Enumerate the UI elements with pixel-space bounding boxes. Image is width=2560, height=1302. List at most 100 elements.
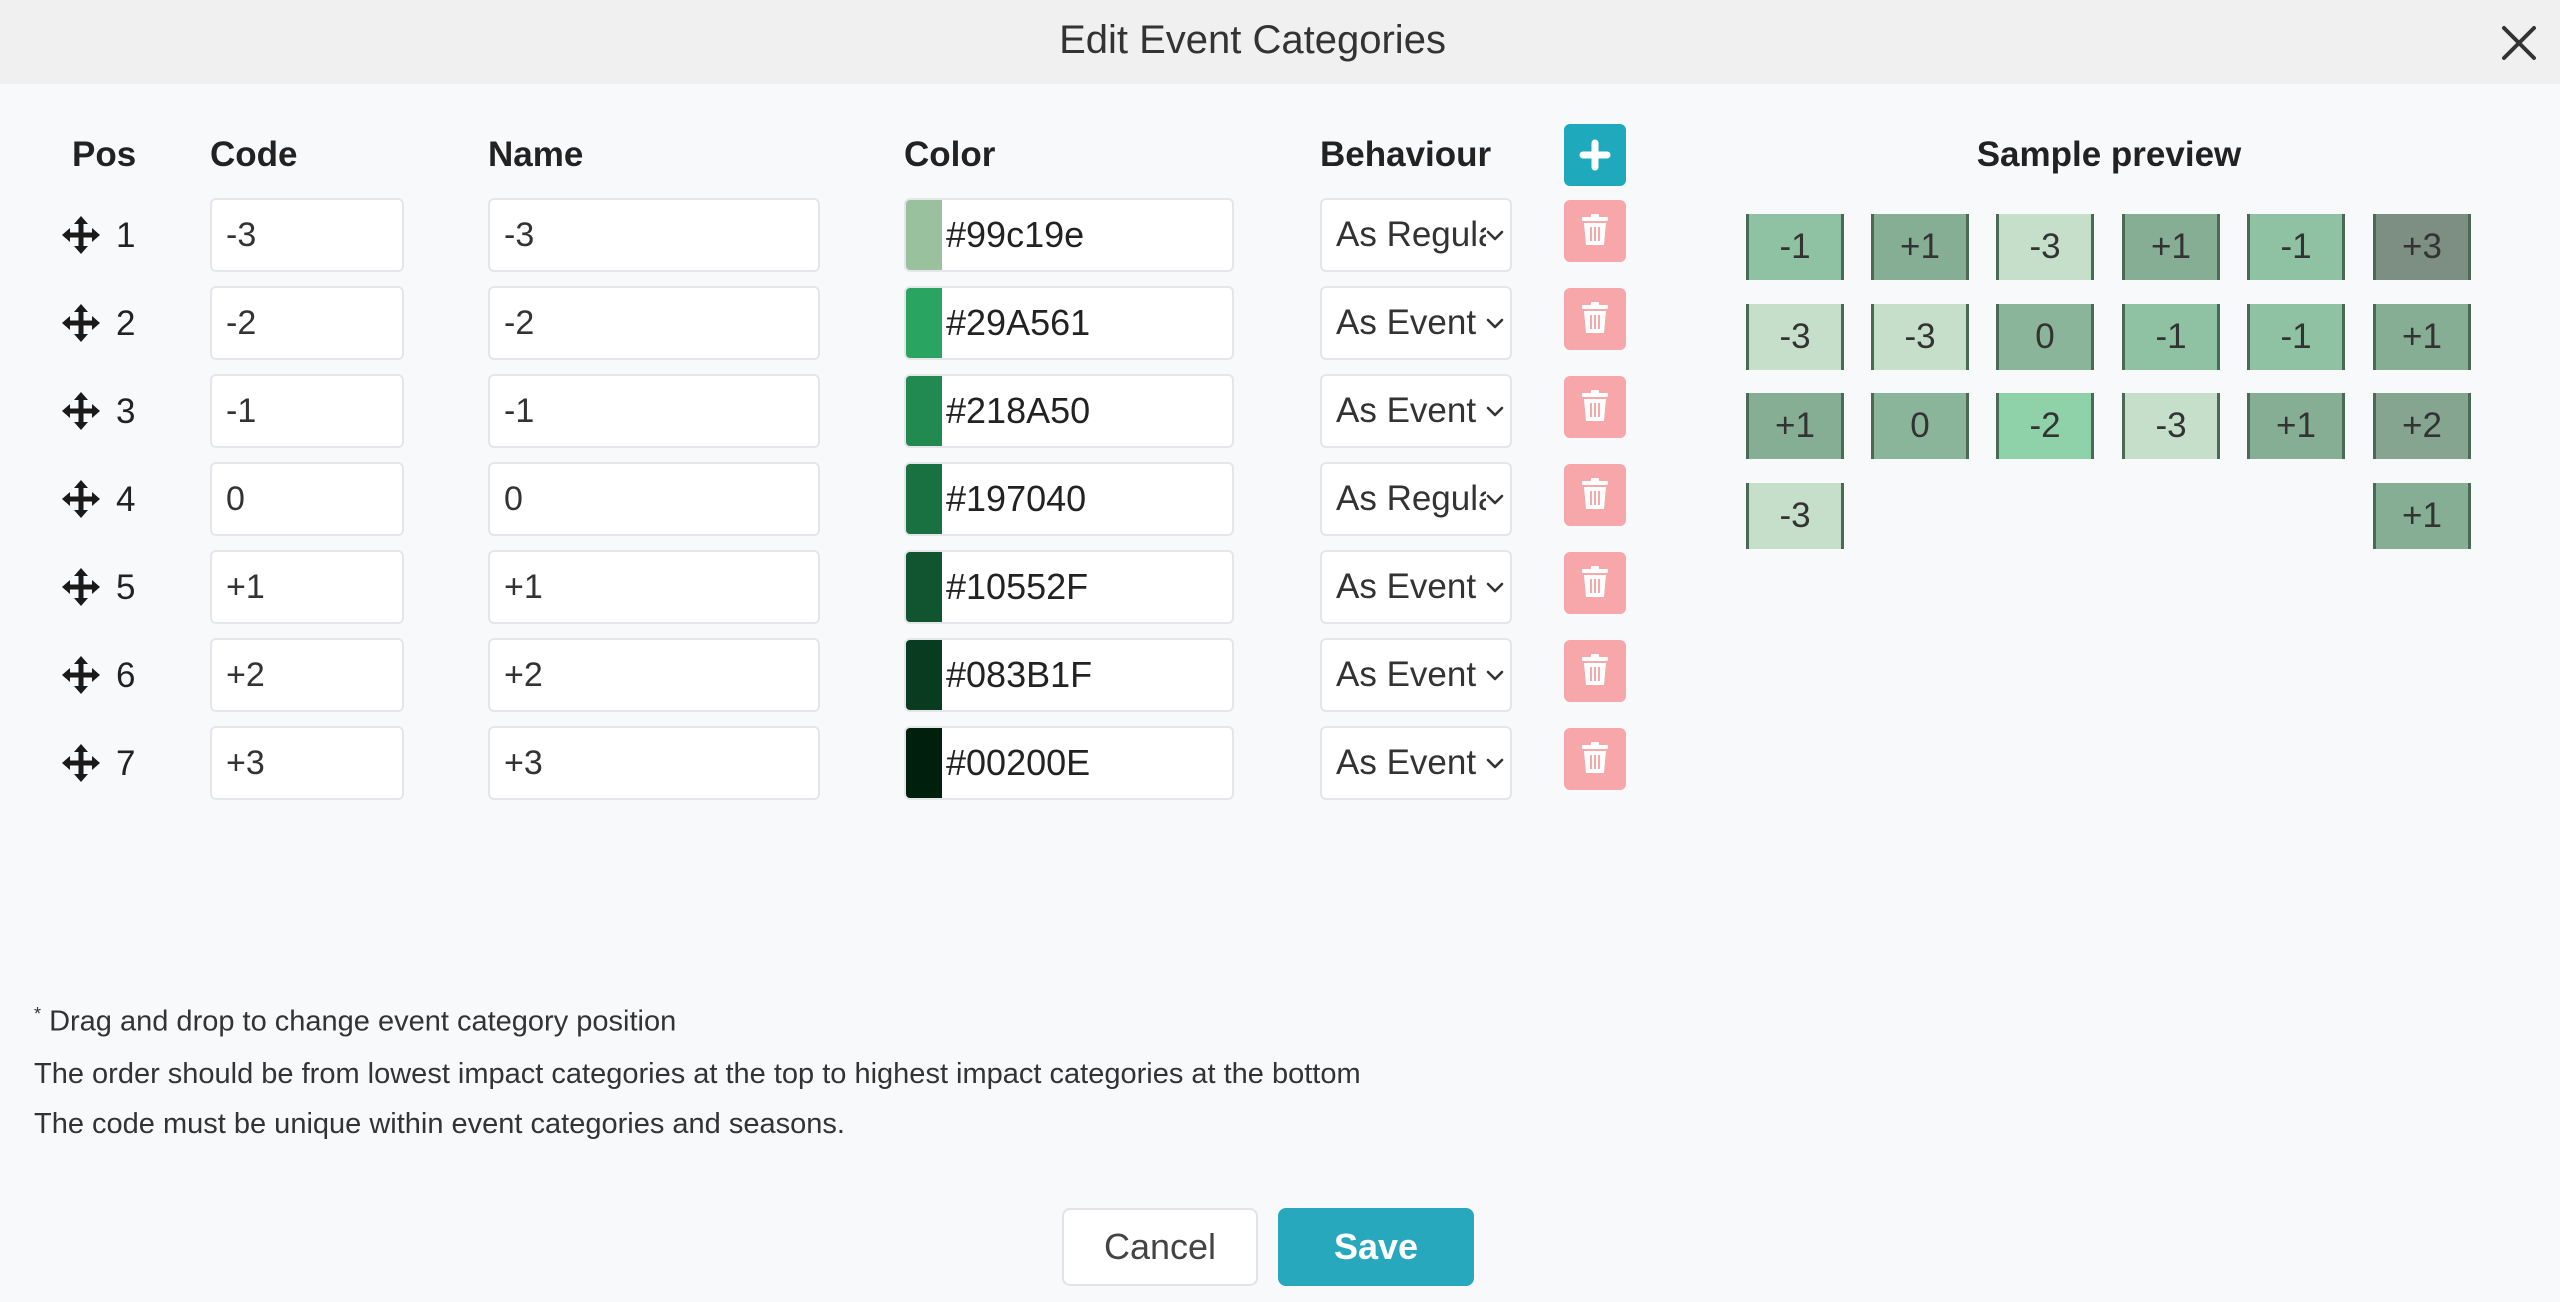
name-input[interactable] — [488, 550, 820, 624]
behaviour-select[interactable]: As Regular — [1320, 198, 1512, 272]
close-icon[interactable] — [2496, 20, 2542, 66]
behaviour-value: As Event — [1336, 391, 1477, 430]
preview-tile: -3 — [1996, 214, 2094, 280]
color-swatch[interactable] — [906, 200, 942, 270]
delete-category-button[interactable] — [1564, 376, 1626, 438]
trash-icon — [1582, 654, 1608, 685]
delete-category-button[interactable] — [1564, 640, 1626, 702]
behaviour-select[interactable]: As Event — [1320, 286, 1512, 360]
color-swatch[interactable] — [906, 728, 942, 798]
position-number: 6 — [116, 656, 136, 695]
preview-tile: -1 — [2122, 304, 2220, 370]
category-row[interactable]: 3 #218A50 As Event — [0, 374, 1700, 450]
category-row[interactable]: 7 #00200E As Event — [0, 726, 1700, 802]
category-row[interactable]: 5 #10552F As Event — [0, 550, 1700, 626]
name-input[interactable] — [488, 638, 820, 712]
category-row[interactable]: 1 #99c19e As Regular — [0, 198, 1700, 274]
color-swatch[interactable] — [906, 640, 942, 710]
chevron-down-icon — [1484, 488, 1506, 510]
color-field[interactable]: #218A50 — [904, 374, 1234, 448]
name-input[interactable] — [488, 374, 820, 448]
behaviour-value: As Event — [1336, 743, 1477, 782]
position-number: 5 — [116, 568, 136, 607]
color-swatch[interactable] — [906, 288, 942, 358]
chevron-down-icon — [1484, 224, 1506, 246]
cancel-button[interactable]: Cancel — [1062, 1208, 1258, 1286]
code-input[interactable] — [210, 286, 404, 360]
name-input[interactable] — [488, 286, 820, 360]
behaviour-select[interactable]: As Regular — [1320, 462, 1512, 536]
code-input[interactable] — [210, 374, 404, 448]
delete-category-button[interactable] — [1564, 288, 1626, 350]
color-value: #197040 — [946, 478, 1087, 519]
behaviour-select[interactable]: As Event — [1320, 550, 1512, 624]
code-input[interactable] — [210, 550, 404, 624]
preview-tile: -3 — [2122, 393, 2220, 459]
preview-tile: -3 — [1746, 483, 1844, 549]
move-arrows-icon[interactable] — [58, 564, 104, 610]
preview-tile: 0 — [1996, 304, 2094, 370]
color-field[interactable]: #00200E — [904, 726, 1234, 800]
color-value: #29A561 — [946, 302, 1091, 343]
preview-tile: +1 — [1871, 214, 1969, 280]
behaviour-select[interactable]: As Event — [1320, 374, 1512, 448]
move-arrows-icon[interactable] — [58, 212, 104, 258]
note-drag-drop-text: Drag and drop to change event category p… — [49, 1005, 677, 1038]
trash-icon — [1582, 478, 1608, 509]
behaviour-select[interactable]: As Event — [1320, 638, 1512, 712]
color-swatch[interactable] — [906, 464, 942, 534]
column-header-pos: Pos — [72, 135, 137, 174]
chevron-down-icon — [1484, 312, 1506, 334]
category-row[interactable]: 6 #083B1F As Event — [0, 638, 1700, 714]
color-field[interactable]: #29A561 — [904, 286, 1234, 360]
category-row[interactable]: 4 #197040 As Regular — [0, 462, 1700, 538]
preview-tile: +1 — [2247, 393, 2345, 459]
preview-tile: -2 — [1996, 393, 2094, 459]
move-arrows-icon[interactable] — [58, 476, 104, 522]
code-input[interactable] — [210, 726, 404, 800]
name-input[interactable] — [488, 726, 820, 800]
chevron-down-icon — [1484, 400, 1506, 422]
plus-icon — [1579, 139, 1611, 171]
preview-tile: +1 — [2373, 483, 2471, 549]
add-category-button[interactable] — [1564, 124, 1626, 186]
preview-tile: -3 — [1746, 304, 1844, 370]
color-value: #99c19e — [946, 214, 1085, 255]
behaviour-select[interactable]: As Event — [1320, 726, 1512, 800]
code-input[interactable] — [210, 198, 404, 272]
move-arrows-icon[interactable] — [58, 388, 104, 434]
name-input[interactable] — [488, 462, 820, 536]
trash-icon — [1582, 742, 1608, 773]
column-header-behaviour: Behaviour — [1320, 135, 1492, 174]
preview-tile: -1 — [2247, 304, 2345, 370]
move-arrows-icon[interactable] — [58, 740, 104, 786]
behaviour-value: As Event — [1336, 567, 1477, 606]
name-input[interactable] — [488, 198, 820, 272]
move-arrows-icon[interactable] — [58, 652, 104, 698]
delete-category-button[interactable] — [1564, 464, 1626, 526]
behaviour-value: As Regular — [1336, 215, 1486, 254]
code-input[interactable] — [210, 462, 404, 536]
chevron-down-icon — [1484, 576, 1506, 598]
position-number: 7 — [116, 744, 136, 783]
move-arrows-icon[interactable] — [58, 300, 104, 346]
save-button[interactable]: Save — [1278, 1208, 1474, 1286]
delete-category-button[interactable] — [1564, 728, 1626, 790]
sample-preview-title: Sample preview — [1976, 135, 2242, 174]
color-field[interactable]: #083B1F — [904, 638, 1234, 712]
note-drag-drop: * Drag and drop to change event category… — [34, 1004, 676, 1039]
color-field[interactable]: #99c19e — [904, 198, 1234, 272]
preview-tile: 0 — [1871, 393, 1969, 459]
preview-tile: +1 — [1746, 393, 1844, 459]
delete-category-button[interactable] — [1564, 200, 1626, 262]
color-field[interactable]: #197040 — [904, 462, 1234, 536]
category-row[interactable]: 2 #29A561 As Event — [0, 286, 1700, 362]
delete-category-button[interactable] — [1564, 552, 1626, 614]
color-swatch[interactable] — [906, 376, 942, 446]
color-field[interactable]: #10552F — [904, 550, 1234, 624]
behaviour-value: As Regular — [1336, 479, 1486, 518]
behaviour-value: As Event — [1336, 303, 1477, 342]
code-input[interactable] — [210, 638, 404, 712]
color-swatch[interactable] — [906, 552, 942, 622]
dialog-title: Edit Event Categories — [1059, 18, 1446, 62]
